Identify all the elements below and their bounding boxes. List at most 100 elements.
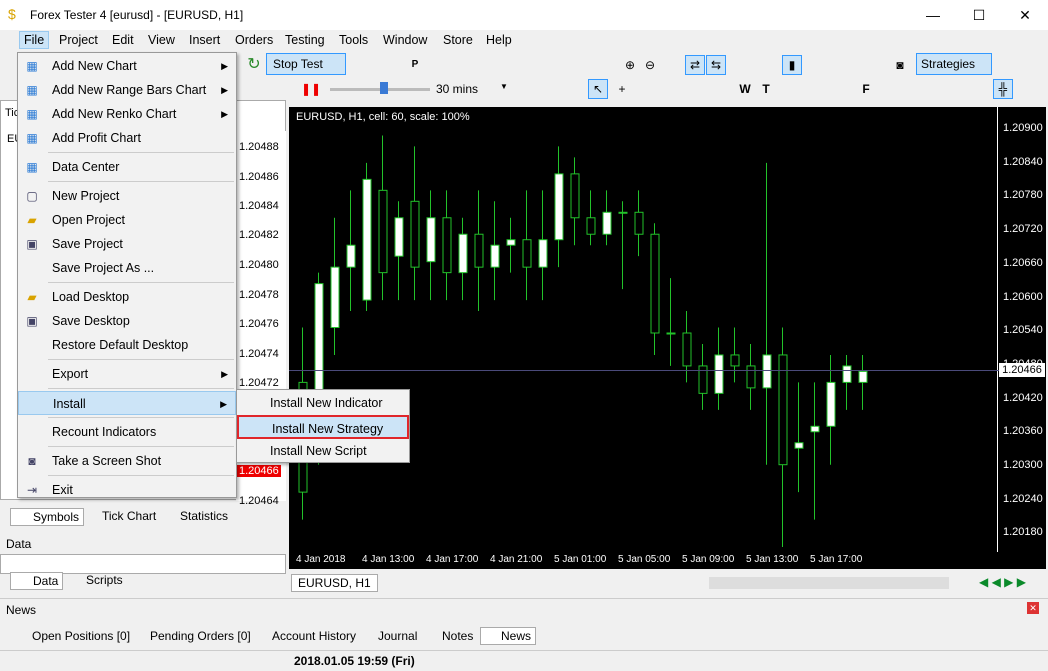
candle xyxy=(474,190,484,312)
menu-orders[interactable]: Orders xyxy=(235,33,273,47)
menu-item-label: Add New Renko Chart xyxy=(52,107,177,121)
candle xyxy=(794,382,804,493)
file-menu-item[interactable]: ▦ Add Profit Chart xyxy=(18,126,236,150)
file-menu: ▦ Add New Chart ▶ ▦ Add New Range Bars Chart… xyxy=(17,52,237,498)
minimize-button[interactable]: — xyxy=(910,0,956,30)
strategies-button[interactable]: Strategies xyxy=(916,53,992,75)
menu-item-label: Add New Range Bars Chart xyxy=(52,83,207,97)
status-bar: 2018.01.05 19:59 (Fri) xyxy=(0,650,1048,671)
file-menu-item[interactable]: ▰ Load Desktop xyxy=(18,285,236,309)
current-price-line xyxy=(289,370,999,371)
menu-insert[interactable]: Insert xyxy=(189,33,220,47)
file-menu-item[interactable]: ▰ Open Project xyxy=(18,208,236,232)
file-menu-item[interactable]: Restore Default Desktop xyxy=(18,333,236,357)
candle-body xyxy=(794,442,804,449)
chevron-down-icon[interactable]: ▼ xyxy=(500,82,508,91)
file-menu-item[interactable]: Export ▶ xyxy=(18,362,236,386)
menu-item-label: Load Desktop xyxy=(52,290,130,304)
tab-notes[interactable]: Notes xyxy=(424,629,473,643)
time-axis-label: 5 Jan 05:00 xyxy=(618,554,671,565)
tab-tick-chart[interactable]: Tick Chart xyxy=(84,509,156,523)
menu-help[interactable]: Help xyxy=(486,33,512,47)
menu-item-label: Restore Default Desktop xyxy=(52,338,189,352)
tab-open-positions[interactable]: Open Positions [0] xyxy=(14,629,130,643)
menu-item-label: Take a Screen Shot xyxy=(52,454,162,468)
file-menu-item[interactable]: ▣ Save Desktop xyxy=(18,309,236,333)
close-icon[interactable]: ✕ xyxy=(1027,602,1039,614)
tab-journal[interactable]: Journal xyxy=(360,629,417,643)
p-icon[interactable]: P xyxy=(405,55,425,75)
speed-slider-thumb[interactable] xyxy=(380,82,388,94)
install-new-strategy-item[interactable]: Install New Strategy xyxy=(237,415,409,439)
stop-test-button[interactable]: Stop Test xyxy=(266,53,346,75)
menu-window[interactable]: Window xyxy=(383,33,427,47)
maximize-button[interactable]: ☐ xyxy=(956,0,1002,30)
pause-icon[interactable]: ❚❚ xyxy=(300,79,321,99)
file-menu-item[interactable]: ▦ Data Center xyxy=(18,155,236,179)
file-menu-item[interactable]: ▢ New Project xyxy=(18,184,236,208)
tab-news[interactable]: News xyxy=(480,627,537,645)
price-axis-label: 1.20780 xyxy=(1003,189,1043,202)
text-icon[interactable]: T xyxy=(756,79,776,99)
chart-icon: ▦ xyxy=(26,107,38,121)
menu-item-label: Add New Chart xyxy=(52,59,137,73)
news-panel-header: News ✕ xyxy=(0,598,1048,620)
tab-statistics[interactable]: Statistics xyxy=(162,509,228,523)
install-new-script-item[interactable]: Install New Script xyxy=(237,439,409,463)
candle-body xyxy=(810,425,820,433)
install-new-indicator-item[interactable]: Install New Indicator xyxy=(237,391,409,415)
file-menu-item[interactable]: ▣ Save Project xyxy=(18,232,236,256)
zoom-out-icon[interactable]: ⊖ xyxy=(640,55,660,75)
zoom-in-icon[interactable]: ⊕ xyxy=(620,55,640,75)
menu-edit[interactable]: Edit xyxy=(112,33,134,47)
window-title: Forex Tester 4 [eurusd] - [EURUSD, H1] xyxy=(30,8,244,22)
tab-pending-orders[interactable]: Pending Orders [0] xyxy=(132,629,251,643)
close-button[interactable]: ✕ xyxy=(1002,0,1048,30)
candles-icon[interactable]: ▮ xyxy=(782,55,802,75)
price-axis-label: 1.20180 xyxy=(1003,526,1043,539)
camera-icon[interactable]: ◙ xyxy=(890,55,910,75)
timeframe-select[interactable]: 30 mins xyxy=(436,82,478,96)
navigation-arrows-icon[interactable]: ◀ ◀ ▶ ▶ xyxy=(979,575,1026,589)
file-menu-item[interactable]: ▦ Add New Chart ▶ xyxy=(18,54,236,78)
menu-view[interactable]: View xyxy=(148,33,175,47)
tab-data[interactable]: Data xyxy=(10,572,64,590)
menu-item-label: Save Project As ... xyxy=(52,261,155,275)
refresh-icon[interactable]: ↻ xyxy=(244,55,264,75)
tab-symbols[interactable]: Symbols xyxy=(10,508,85,526)
tab-account-history[interactable]: Account History xyxy=(254,629,356,643)
menu-file[interactable]: File xyxy=(19,31,50,49)
candle-body xyxy=(330,266,340,329)
file-menu-item[interactable]: Save Project As ... xyxy=(18,256,236,280)
tick-price-label: 1.20476 xyxy=(239,318,279,330)
file-menu-item[interactable]: ◙ Take a Screen Shot xyxy=(18,449,236,473)
chart-shift-icon[interactable]: ⇆ xyxy=(706,55,726,75)
grid-icon[interactable]: ╬ xyxy=(993,79,1013,99)
file-menu-item[interactable]: ⇥ Exit xyxy=(18,478,236,502)
candle xyxy=(650,223,660,355)
time-axis-label: 5 Jan 09:00 xyxy=(682,554,735,565)
file-menu-item[interactable]: ▦ Add New Range Bars Chart ▶ xyxy=(18,78,236,102)
file-menu-item[interactable]: ▦ Add New Renko Chart ▶ xyxy=(18,102,236,126)
text-label-icon[interactable]: W xyxy=(735,79,755,99)
menu-store[interactable]: Store xyxy=(443,33,473,47)
menu-tools[interactable]: Tools xyxy=(339,33,368,47)
candle xyxy=(458,217,468,301)
auto-scroll-icon[interactable]: ⇄ xyxy=(685,55,705,75)
chart-area[interactable] xyxy=(289,107,1046,569)
candle-body xyxy=(618,211,628,214)
tab-chart-eurusd[interactable]: EURUSD, H1 xyxy=(291,574,378,592)
candle xyxy=(634,190,644,257)
tab-scripts[interactable]: Scripts xyxy=(64,573,123,587)
menu-testing[interactable]: Testing xyxy=(285,33,325,47)
crosshair-icon[interactable]: + xyxy=(612,79,632,99)
menu-separator xyxy=(48,417,234,418)
file-menu-item[interactable]: Recount Indicators xyxy=(18,420,236,444)
font-icon[interactable]: F xyxy=(856,79,876,99)
menu-item-label: Export xyxy=(52,367,89,381)
menu-project[interactable]: Project xyxy=(59,33,98,47)
cursor-icon[interactable]: ↖ xyxy=(588,79,608,99)
candle-body xyxy=(858,370,868,383)
file-menu-item[interactable]: Install ▶ xyxy=(18,391,236,415)
chart-scrollbar[interactable] xyxy=(709,577,949,589)
